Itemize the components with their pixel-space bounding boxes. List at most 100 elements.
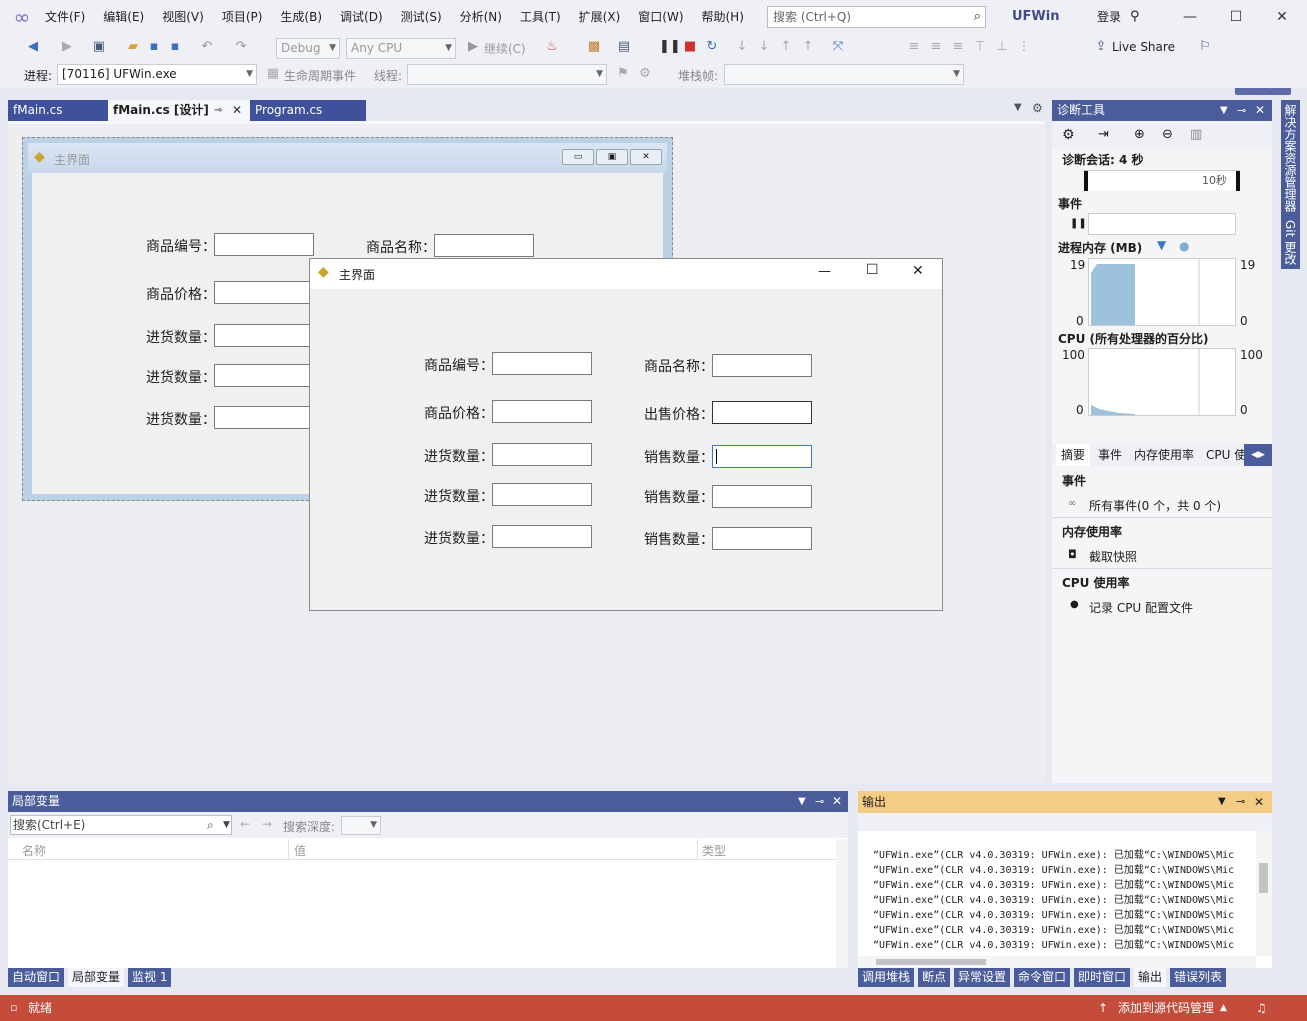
side-tab-git-changes[interactable]: Git 更改 bbox=[1281, 216, 1300, 270]
column-value[interactable]: 值 bbox=[294, 842, 306, 859]
hot-reload-icon[interactable]: ♨ bbox=[543, 38, 561, 56]
thread-filter-icon[interactable]: ⚙ bbox=[636, 65, 654, 83]
align-left-icon[interactable]: ≡ bbox=[905, 38, 923, 56]
events-section-header[interactable]: 事件 bbox=[1058, 195, 1082, 212]
search-back-icon[interactable]: ← bbox=[240, 817, 250, 831]
back-icon[interactable]: ◀ bbox=[24, 38, 42, 56]
chevron-up-icon[interactable]: ▲ bbox=[1220, 995, 1227, 1021]
tab-fmain-cs[interactable]: fMain.cs bbox=[8, 100, 108, 121]
stackframe-select[interactable]: ▼ bbox=[724, 64, 964, 85]
login-link[interactable]: 登录 bbox=[1097, 0, 1121, 34]
settings-gear-icon[interactable]: ⚙ bbox=[1032, 101, 1043, 115]
add-to-source-control-button[interactable]: 添加到源代码管理 bbox=[1118, 995, 1214, 1021]
tab-overflow-icon[interactable]: ▼ bbox=[1014, 102, 1022, 113]
close-tab-icon[interactable]: ✕ bbox=[232, 100, 242, 121]
all-events-link[interactable]: 所有事件(0 个，共 0 个) bbox=[1089, 497, 1221, 514]
menu-file[interactable]: 文件(F) bbox=[36, 0, 94, 34]
output-horizontal-scrollbar[interactable] bbox=[858, 956, 1256, 968]
open-folder-icon[interactable]: ▰ bbox=[124, 38, 142, 56]
search-depth-select[interactable]: ▼ bbox=[341, 816, 381, 835]
align-right-icon[interactable]: ≡ bbox=[949, 38, 967, 56]
close-icon[interactable]: ✕ bbox=[1260, 0, 1304, 34]
tab-output[interactable]: 输出 bbox=[1134, 968, 1167, 987]
column-type[interactable]: 类型 bbox=[702, 842, 726, 859]
forward-icon[interactable]: ▶ bbox=[58, 38, 76, 56]
attach-process-icon[interactable]: ▩ bbox=[585, 38, 603, 56]
thread-select[interactable]: ▼ bbox=[407, 64, 607, 85]
platform-select[interactable]: Any CPU ▼ bbox=[346, 38, 456, 59]
timeline-ruler[interactable]: 10秒 bbox=[1084, 170, 1240, 191]
chevron-down-icon[interactable]: ▼ bbox=[223, 816, 230, 834]
textbox-purchase-qty[interactable] bbox=[214, 324, 314, 347]
subtab-events[interactable]: 事件 bbox=[1098, 444, 1122, 466]
textbox-product-price[interactable] bbox=[492, 400, 592, 423]
configuration-select[interactable]: Debug ▼ bbox=[276, 38, 340, 59]
tab-exception-settings[interactable]: 异常设置 bbox=[954, 968, 1011, 987]
align-middle-icon[interactable]: ⊥ bbox=[993, 38, 1011, 56]
menu-extensions[interactable]: 扩展(X) bbox=[570, 0, 630, 34]
running-form-window[interactable]: ◆ 主界面 — ☐ ✕ 商品编号： 商品名称： 商品价格： 出售价格： 进货数量… bbox=[309, 258, 943, 611]
textbox-sales-qty-focused[interactable] bbox=[712, 445, 812, 468]
tab-locals[interactable]: 局部变量 bbox=[68, 968, 125, 987]
close-icon[interactable]: ✕ bbox=[832, 791, 842, 812]
menu-tools[interactable]: 工具(T) bbox=[511, 0, 570, 34]
output-text-area[interactable]: “UFWin.exe”(CLR v4.0.30319: UFWin.exe): … bbox=[858, 831, 1256, 956]
dropdown-icon[interactable]: ▼ bbox=[1218, 791, 1226, 813]
continue-icon[interactable]: ▶ bbox=[464, 38, 482, 56]
textbox-purchase-qty[interactable] bbox=[492, 483, 592, 506]
menu-test[interactable]: 测试(S) bbox=[392, 0, 451, 34]
pin-icon[interactable]: ⊸ bbox=[214, 100, 222, 121]
zoom-out-icon[interactable]: ⊖ bbox=[1162, 127, 1173, 142]
undo-icon[interactable]: ↶ bbox=[198, 38, 216, 56]
subtab-scroll-icon[interactable]: ◀▶ bbox=[1244, 444, 1272, 466]
redo-icon[interactable]: ↷ bbox=[232, 38, 250, 56]
pause-icon[interactable]: ❚❚ bbox=[659, 38, 681, 56]
export-icon[interactable]: ⇥ bbox=[1098, 127, 1109, 142]
textbox-product-id[interactable] bbox=[492, 352, 592, 375]
pin-icon[interactable]: ⊸ bbox=[1237, 100, 1246, 121]
settings-gear-icon[interactable]: ⚙ bbox=[1062, 127, 1075, 143]
menu-build[interactable]: 生成(B) bbox=[271, 0, 331, 34]
align-center-icon[interactable]: ≡ bbox=[927, 38, 945, 56]
tab-call-stack[interactable]: 调用堆栈 bbox=[858, 968, 915, 987]
cpu-section-header[interactable]: CPU (所有处理器的百分比) bbox=[1058, 330, 1209, 347]
tab-breakpoints[interactable]: 断点 bbox=[918, 968, 951, 987]
lifecycle-events-button[interactable]: 生命周期事件 bbox=[284, 67, 356, 84]
step-over-icon[interactable]: ↓ bbox=[733, 38, 751, 56]
live-share-icon[interactable]: ⇪ bbox=[1092, 38, 1110, 56]
close-icon[interactable]: ✕ bbox=[1255, 100, 1265, 121]
pin-icon[interactable]: ⊸ bbox=[1236, 791, 1245, 813]
locals-scrollbar[interactable] bbox=[836, 839, 848, 968]
align-top-icon[interactable]: ⊤ bbox=[971, 38, 989, 56]
visual-studio-logo-icon[interactable]: ∞ bbox=[10, 6, 34, 28]
save-all-icon[interactable]: ▪ bbox=[166, 38, 184, 56]
tab-watch-1[interactable]: 监视 1 bbox=[128, 968, 172, 987]
memory-graph[interactable] bbox=[1088, 258, 1236, 326]
pin-icon[interactable]: ⊸ bbox=[815, 791, 824, 812]
textbox-purchase-qty[interactable] bbox=[214, 406, 314, 429]
textbox-sales-qty[interactable] bbox=[712, 527, 812, 550]
column-divider[interactable] bbox=[697, 839, 698, 860]
subtab-cpu[interactable]: CPU 使 bbox=[1206, 444, 1246, 466]
timeline-end-marker[interactable] bbox=[1236, 171, 1240, 191]
account-icon[interactable]: ⚲ bbox=[1130, 0, 1140, 34]
menu-edit[interactable]: 编辑(E) bbox=[94, 0, 153, 34]
menu-window[interactable]: 窗口(W) bbox=[629, 0, 692, 34]
stop-icon[interactable]: ■ bbox=[681, 38, 699, 56]
subtab-memory[interactable]: 内存使用率 bbox=[1134, 444, 1194, 466]
output-vertical-scrollbar[interactable] bbox=[1256, 831, 1272, 956]
search-forward-icon[interactable]: → bbox=[262, 817, 272, 831]
step-out-icon[interactable]: ↑ bbox=[777, 38, 795, 56]
column-name[interactable]: 名称 bbox=[22, 842, 46, 859]
textbox-product-name[interactable] bbox=[434, 234, 534, 257]
menu-debug[interactable]: 调试(D) bbox=[331, 0, 392, 34]
textbox-purchase-qty[interactable] bbox=[492, 443, 592, 466]
maximize-icon[interactable]: ☐ bbox=[1214, 0, 1258, 34]
flag-icon[interactable]: ⚑ bbox=[614, 65, 632, 83]
grid-icon[interactable]: ⋮ bbox=[1015, 38, 1033, 56]
menu-view[interactable]: 视图(V) bbox=[153, 0, 213, 34]
notification-bell-icon[interactable]: ♫ bbox=[1256, 995, 1267, 1021]
maximize-icon[interactable]: ☐ bbox=[866, 262, 879, 278]
chart-icon[interactable]: ▥ bbox=[1190, 127, 1202, 142]
restart-icon[interactable]: ↻ bbox=[703, 38, 721, 56]
